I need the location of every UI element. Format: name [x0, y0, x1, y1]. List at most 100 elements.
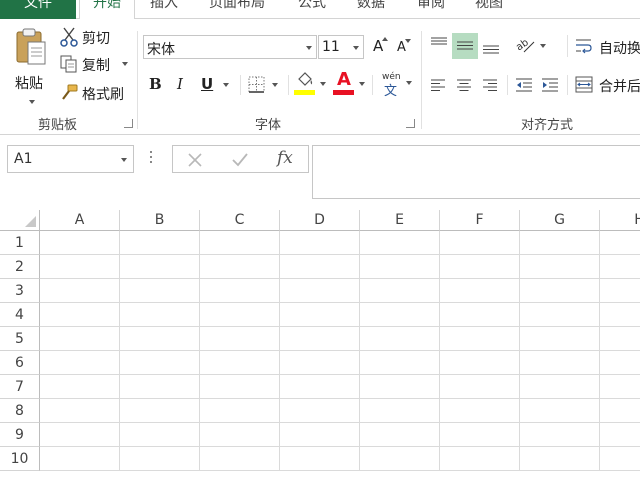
row-header-8[interactable]: 8	[0, 399, 40, 423]
cell-f6[interactable]	[440, 351, 520, 375]
cell-g6[interactable]	[520, 351, 600, 375]
row-header-2[interactable]: 2	[0, 255, 40, 279]
underline-button[interactable]: U	[197, 74, 233, 96]
cell-e7[interactable]	[360, 375, 440, 399]
cell-g9[interactable]	[520, 423, 600, 447]
copy-dropdown-icon[interactable]	[122, 62, 128, 66]
column-header-e[interactable]: E	[360, 210, 440, 231]
font-name-dropdown-icon[interactable]	[306, 46, 312, 50]
cell-b3[interactable]	[120, 279, 200, 303]
cell-e10[interactable]	[360, 447, 440, 471]
cell-h1[interactable]	[600, 231, 640, 255]
cell-f1[interactable]	[440, 231, 520, 255]
cell-f7[interactable]	[440, 375, 520, 399]
align-center-button[interactable]	[456, 75, 474, 95]
font-size-select[interactable]: 11	[318, 35, 364, 59]
cell-c7[interactable]	[200, 375, 280, 399]
cell-a10[interactable]	[40, 447, 120, 471]
cell-g10[interactable]	[520, 447, 600, 471]
cell-d9[interactable]	[280, 423, 360, 447]
cell-b4[interactable]	[120, 303, 200, 327]
cell-h4[interactable]	[600, 303, 640, 327]
font-color-dropdown-icon[interactable]	[359, 82, 365, 86]
cell-c10[interactable]	[200, 447, 280, 471]
cell-e6[interactable]	[360, 351, 440, 375]
row-header-4[interactable]: 4	[0, 303, 40, 327]
cell-e2[interactable]	[360, 255, 440, 279]
cell-d5[interactable]	[280, 327, 360, 351]
row-header-5[interactable]: 5	[0, 327, 40, 351]
tab-formulas[interactable]: 公式	[298, 0, 326, 19]
borders-dropdown-icon[interactable]	[272, 83, 278, 87]
cell-a7[interactable]	[40, 375, 120, 399]
bold-button[interactable]: B	[146, 74, 164, 96]
cell-f4[interactable]	[440, 303, 520, 327]
cell-f3[interactable]	[440, 279, 520, 303]
row-header-10[interactable]: 10	[0, 447, 40, 471]
select-all-corner[interactable]	[0, 210, 40, 231]
cell-a8[interactable]	[40, 399, 120, 423]
worksheet-grid[interactable]: A B C D E F G H 1 2 3 4 5 6 7 8 9 10	[0, 210, 640, 480]
phonetic-dropdown-icon[interactable]	[406, 81, 412, 85]
cell-c4[interactable]	[200, 303, 280, 327]
cell-b5[interactable]	[120, 327, 200, 351]
italic-button[interactable]: I	[172, 74, 190, 96]
cell-b6[interactable]	[120, 351, 200, 375]
cell-h8[interactable]	[600, 399, 640, 423]
cell-a3[interactable]	[40, 279, 120, 303]
paste-dropdown-icon[interactable]	[29, 100, 35, 104]
format-painter-button[interactable]: 格式刷	[60, 83, 132, 103]
increase-font-size-button[interactable]: A	[371, 35, 389, 57]
cell-a5[interactable]	[40, 327, 120, 351]
cell-g7[interactable]	[520, 375, 600, 399]
cell-c6[interactable]	[200, 351, 280, 375]
top-align-button[interactable]	[428, 33, 450, 55]
underline-dropdown-icon[interactable]	[223, 83, 229, 87]
orientation-dropdown-icon[interactable]	[540, 44, 546, 48]
font-color-button[interactable]: A	[333, 69, 369, 97]
tab-page-layout[interactable]: 页面布局	[209, 0, 265, 19]
tab-view[interactable]: 视图	[475, 0, 503, 19]
cell-d10[interactable]	[280, 447, 360, 471]
font-name-select[interactable]: 宋体	[143, 35, 317, 59]
cell-c1[interactable]	[200, 231, 280, 255]
cell-f5[interactable]	[440, 327, 520, 351]
cell-d2[interactable]	[280, 255, 360, 279]
cell-h5[interactable]	[600, 327, 640, 351]
cell-e9[interactable]	[360, 423, 440, 447]
cell-a6[interactable]	[40, 351, 120, 375]
wrap-text-button[interactable]: 自动换	[575, 35, 640, 57]
cancel-icon[interactable]	[187, 152, 203, 168]
row-header-6[interactable]: 6	[0, 351, 40, 375]
cell-h6[interactable]	[600, 351, 640, 375]
cell-g2[interactable]	[520, 255, 600, 279]
cell-e3[interactable]	[360, 279, 440, 303]
orientation-button[interactable]: ab	[514, 35, 548, 57]
decrease-font-size-button[interactable]: A	[396, 37, 414, 57]
cell-h10[interactable]	[600, 447, 640, 471]
decrease-indent-button[interactable]	[515, 75, 535, 95]
bottom-align-button[interactable]	[480, 33, 502, 59]
row-header-9[interactable]: 9	[0, 423, 40, 447]
cell-d8[interactable]	[280, 399, 360, 423]
cell-d4[interactable]	[280, 303, 360, 327]
tab-insert[interactable]: 插入	[150, 0, 178, 19]
borders-button[interactable]	[246, 74, 282, 96]
cell-f2[interactable]	[440, 255, 520, 279]
cell-d6[interactable]	[280, 351, 360, 375]
name-box[interactable]: A1	[7, 145, 134, 173]
cut-button[interactable]: 剪切	[60, 27, 130, 47]
phonetic-guide-button[interactable]: wén 文	[378, 71, 416, 99]
cell-h7[interactable]	[600, 375, 640, 399]
cell-a1[interactable]	[40, 231, 120, 255]
formula-input[interactable]	[312, 145, 640, 199]
cell-b2[interactable]	[120, 255, 200, 279]
font-size-dropdown-icon[interactable]	[353, 46, 359, 50]
column-header-c[interactable]: C	[200, 210, 280, 231]
column-header-a[interactable]: A	[40, 210, 120, 231]
cell-g5[interactable]	[520, 327, 600, 351]
cell-a9[interactable]	[40, 423, 120, 447]
cell-g1[interactable]	[520, 231, 600, 255]
tab-file[interactable]: 文件	[0, 0, 76, 19]
fill-color-dropdown-icon[interactable]	[320, 82, 326, 86]
